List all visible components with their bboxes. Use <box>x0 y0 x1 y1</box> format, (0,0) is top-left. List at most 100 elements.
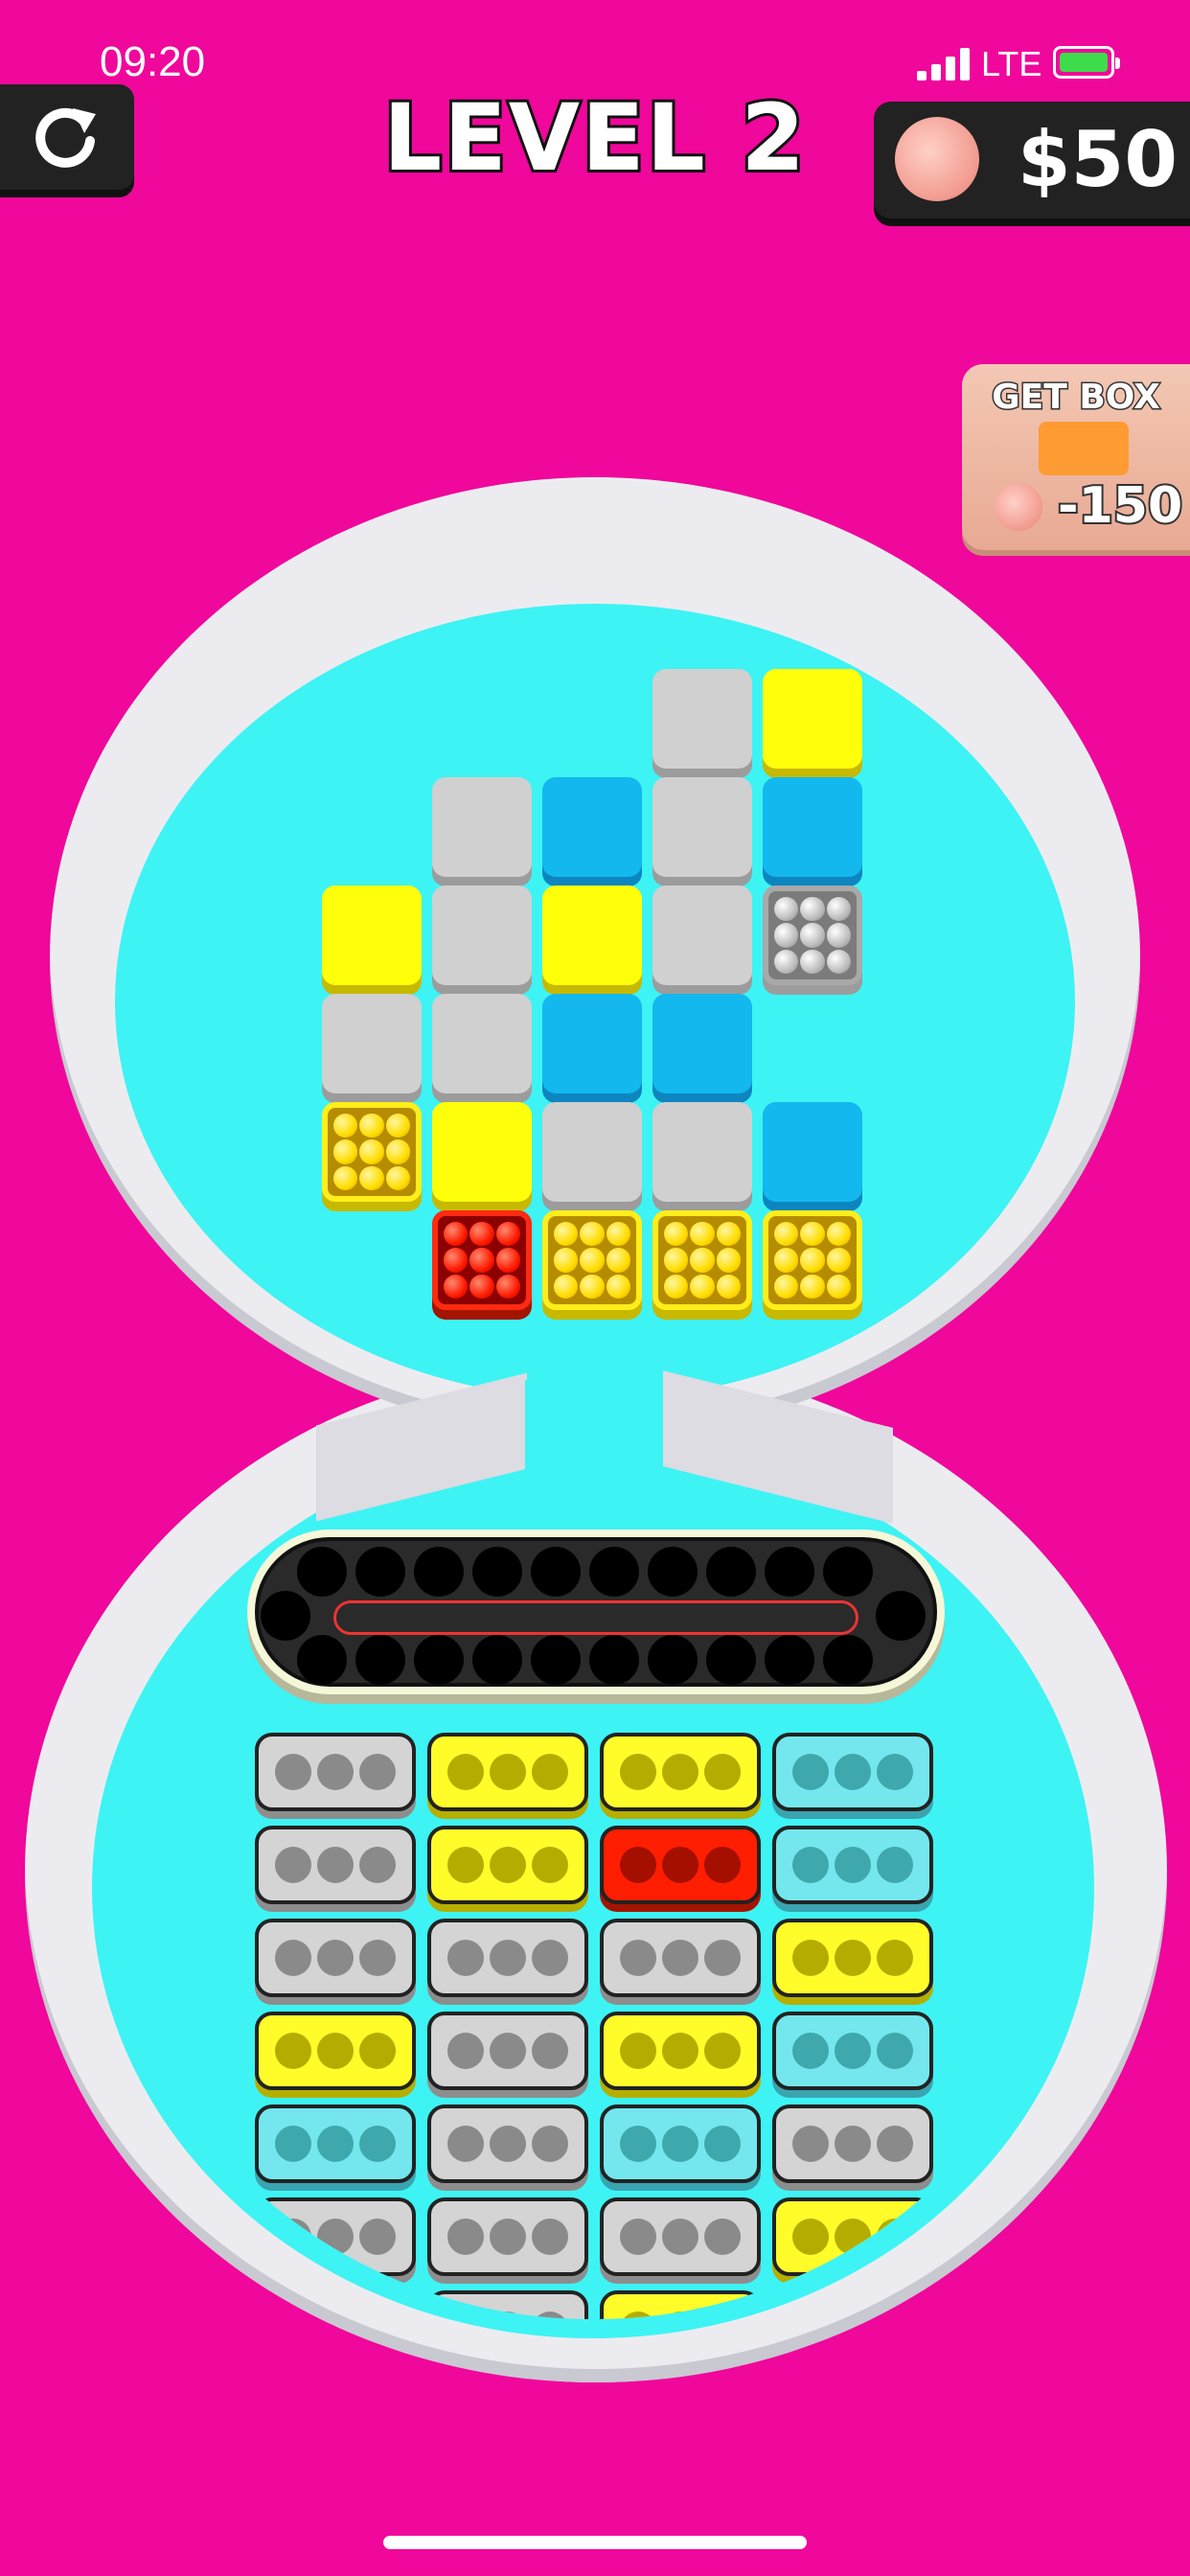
yellow-block[interactable] <box>322 886 422 985</box>
tray-slot <box>275 2126 311 2162</box>
cyan-tray[interactable] <box>772 1733 933 1811</box>
gray-tray[interactable] <box>600 2197 761 2276</box>
ball <box>800 1222 825 1247</box>
ball <box>469 1222 494 1247</box>
gray-tray[interactable] <box>772 2104 933 2183</box>
ball <box>554 1274 579 1299</box>
ball <box>333 1139 358 1164</box>
tray-slot <box>490 2126 526 2162</box>
gray-tray[interactable] <box>255 2197 416 2276</box>
gray-block[interactable] <box>652 669 752 769</box>
yellow-tray[interactable] <box>772 2197 933 2276</box>
gray-ball-crate[interactable] <box>763 886 862 985</box>
yellow-tray[interactable] <box>600 2290 761 2319</box>
ball <box>385 1114 410 1138</box>
conveyor-hole <box>648 1547 698 1597</box>
tray-slot <box>704 1940 741 1976</box>
tray-slot <box>317 2033 354 2069</box>
ball <box>444 1274 469 1299</box>
cyan-tray[interactable] <box>772 2012 933 2090</box>
gray-tray[interactable] <box>255 1733 416 1811</box>
gray-block[interactable] <box>432 777 532 877</box>
yellow-block[interactable] <box>432 1102 532 1202</box>
tray-slot <box>490 1940 526 1976</box>
gray-tray[interactable] <box>427 2290 588 2319</box>
status-time: 09:20 <box>100 38 206 85</box>
gray-block[interactable] <box>652 886 752 985</box>
tray-slot <box>877 2219 913 2255</box>
ball <box>580 1222 605 1247</box>
conveyor-hole <box>472 1635 522 1685</box>
gray-block[interactable] <box>652 1102 752 1202</box>
blue-block[interactable] <box>652 994 752 1093</box>
tray-slot <box>662 2312 698 2319</box>
tray-slot <box>835 2033 871 2069</box>
tray-slot <box>792 2219 829 2255</box>
blue-block[interactable] <box>542 994 642 1093</box>
ball <box>554 1222 579 1247</box>
yellow-tray[interactable] <box>600 2012 761 2090</box>
tray-slot <box>662 1940 698 1976</box>
blue-block[interactable] <box>763 1102 862 1202</box>
blue-block[interactable] <box>763 777 862 877</box>
blue-block[interactable] <box>542 777 642 877</box>
ball <box>690 1222 715 1247</box>
conveyor-hole <box>297 1547 347 1597</box>
ball <box>495 1248 520 1273</box>
gray-block[interactable] <box>322 994 422 1093</box>
ball <box>554 1248 579 1273</box>
get-box-button[interactable]: GET BOX -150 <box>962 364 1190 550</box>
yellow-ball-crate[interactable] <box>322 1102 422 1202</box>
gray-tray[interactable] <box>427 2197 588 2276</box>
cyan-tray[interactable] <box>600 2104 761 2183</box>
ball <box>359 1165 384 1190</box>
ball <box>716 1248 741 1273</box>
ball <box>359 1114 384 1138</box>
tray-slot <box>792 1940 829 1976</box>
gray-tray[interactable] <box>255 1919 416 1997</box>
ball <box>495 1274 520 1299</box>
ball <box>716 1222 741 1247</box>
yellow-tray[interactable] <box>600 1733 761 1811</box>
yellow-tray[interactable] <box>427 1733 588 1811</box>
ball <box>606 1248 630 1273</box>
gray-tray[interactable] <box>255 1826 416 1904</box>
gray-tray[interactable] <box>427 2104 588 2183</box>
cyan-tray[interactable] <box>772 1826 933 1904</box>
conveyor-hole <box>765 1635 814 1685</box>
yellow-block[interactable] <box>763 669 862 769</box>
ball <box>580 1248 605 1273</box>
yellow-tray[interactable] <box>255 2012 416 2090</box>
gray-block[interactable] <box>652 777 752 877</box>
tray-slot <box>447 1754 484 1790</box>
red-ball-crate[interactable] <box>432 1210 532 1310</box>
gray-tray[interactable] <box>427 2012 588 2090</box>
ball <box>774 1248 799 1273</box>
gray-tray[interactable] <box>600 1919 761 1997</box>
yellow-ball-crate[interactable] <box>652 1210 752 1310</box>
box-icon <box>1039 422 1129 475</box>
red-tray[interactable] <box>600 1826 761 1904</box>
conveyor-hole <box>414 1547 464 1597</box>
tray-slot <box>877 2033 913 2069</box>
ball <box>444 1222 469 1247</box>
yellow-tray[interactable] <box>772 1919 933 1997</box>
tray-slot <box>359 2033 396 2069</box>
tray-slot <box>662 1847 698 1883</box>
tray-slot <box>835 2126 871 2162</box>
yellow-block[interactable] <box>542 886 642 985</box>
tray-slot <box>704 2126 741 2162</box>
ball <box>385 1139 410 1164</box>
gray-block[interactable] <box>542 1102 642 1202</box>
gray-block[interactable] <box>432 994 532 1093</box>
gray-tray[interactable] <box>255 2290 416 2319</box>
yellow-ball-crate[interactable] <box>542 1210 642 1310</box>
cyan-tray[interactable] <box>255 2104 416 2183</box>
gray-tray[interactable] <box>427 1919 588 1997</box>
ball <box>664 1248 689 1273</box>
tray-slot <box>620 2312 656 2319</box>
yellow-tray[interactable] <box>427 1826 588 1904</box>
gray-block[interactable] <box>432 886 532 985</box>
tray-slot <box>704 1847 741 1883</box>
yellow-ball-crate[interactable] <box>763 1210 862 1310</box>
